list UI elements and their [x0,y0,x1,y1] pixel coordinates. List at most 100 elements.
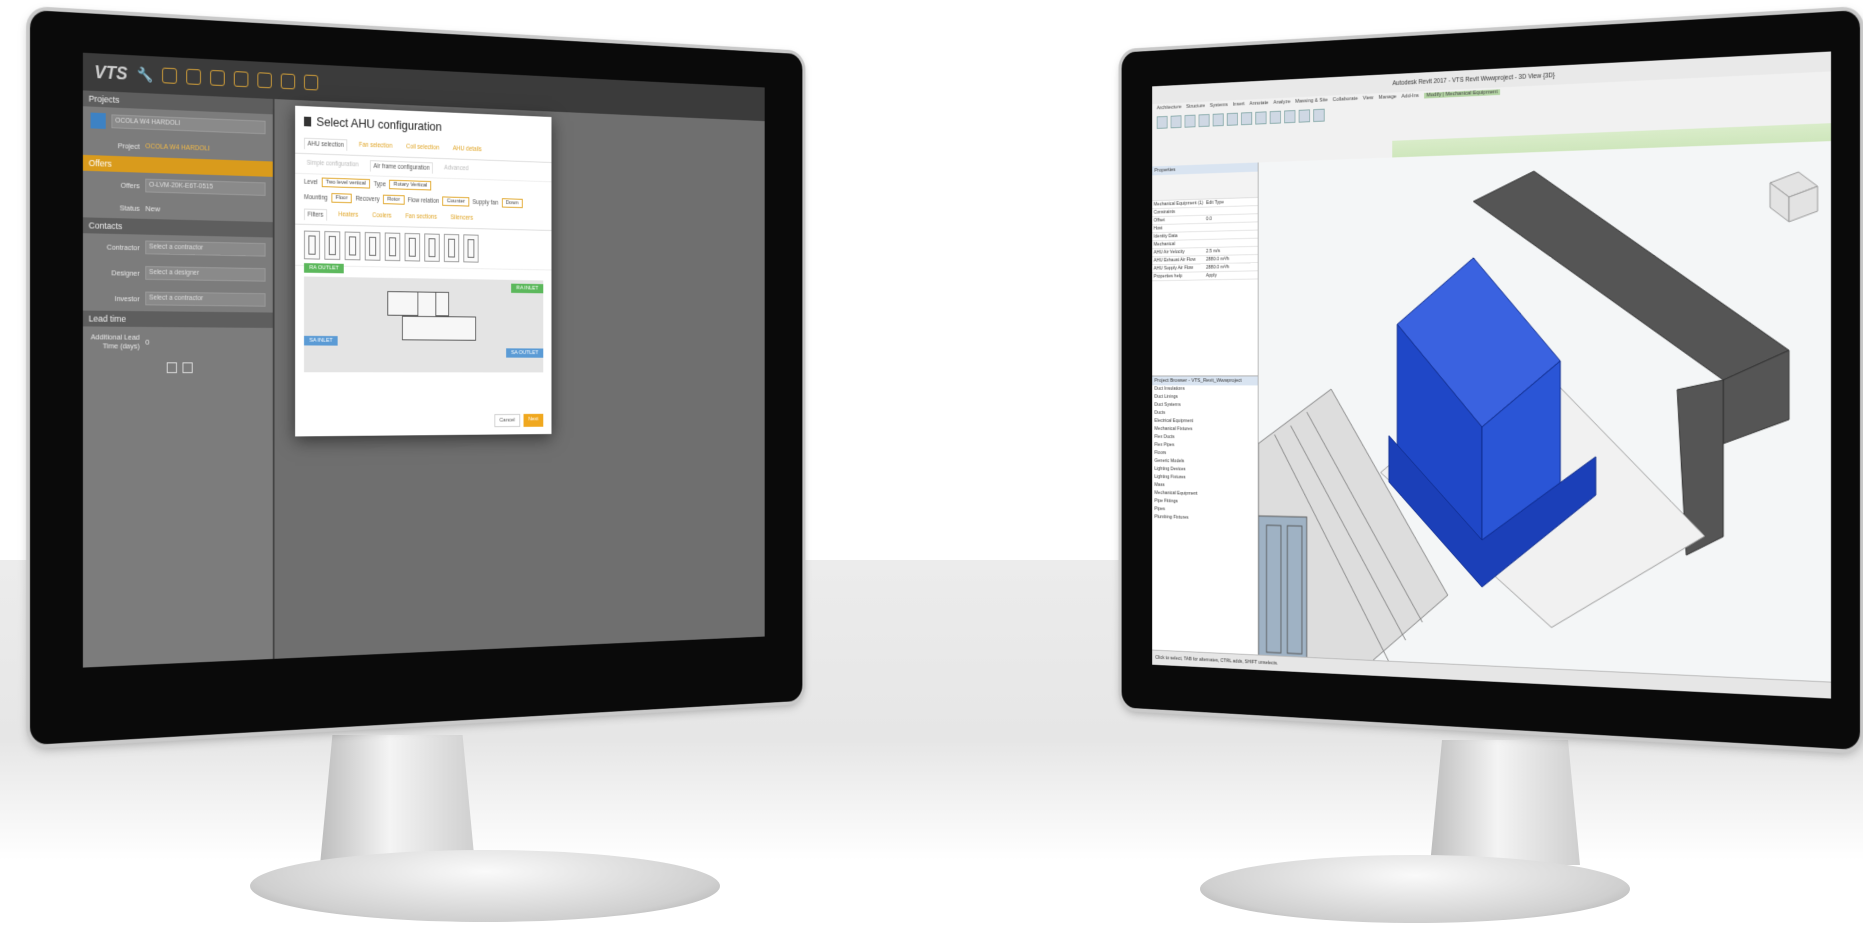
left-monitor-bezel: VTS 🔧 Projects OCOLA W4 HARDOLI Project … [30,10,803,745]
status-value: New [145,204,161,214]
ribbon-tab[interactable]: Systems [1210,102,1228,108]
subtab-air-frame[interactable]: Air frame configuration [369,160,434,174]
tab-coolers[interactable]: Coolers [370,210,395,222]
toolbar-tool-icon[interactable] [234,71,249,88]
next-button[interactable]: Next [523,413,544,427]
cancel-button[interactable]: Cancel [494,413,520,428]
modify-icon[interactable] [1156,115,1168,129]
paste-icon[interactable] [1170,115,1182,129]
ahu-lower-section[interactable] [402,315,477,341]
sa-outlet-button[interactable]: SA OUTLET [506,348,544,358]
ribbon-tab[interactable]: Add-Ins [1401,93,1418,99]
copy-icon[interactable] [182,362,193,374]
ra-outlet-button[interactable]: RA OUTLET [304,263,345,274]
ribbon-tab[interactable]: Insert [1233,102,1245,108]
project-select[interactable]: OCOLA W4 HARDOLI [111,114,266,135]
ribbon-tab[interactable]: View [1363,95,1374,101]
toolbar-tool-icon[interactable] [186,68,202,86]
ribbon-tab[interactable]: Massing & Site [1295,98,1327,105]
tab-fan-selection[interactable]: Fan selection [356,140,395,153]
component-card[interactable] [404,232,421,262]
designer-select[interactable]: Select a designer [145,266,266,282]
investor-select[interactable]: Select a contractor [145,291,266,307]
tab-coil-selection[interactable]: Coil selection [404,142,442,155]
toolbar-tool-icon[interactable] [304,74,319,91]
toolbar-tool-icon[interactable] [281,73,296,90]
measure-icon[interactable] [1284,110,1296,124]
subtab-advanced[interactable]: Advanced [442,163,472,175]
scale-icon[interactable] [1269,110,1281,124]
level-label: Level [304,178,318,186]
tab-ahu-selection[interactable]: AHU selection [304,137,348,151]
sa-inlet-button[interactable]: SA INLET [304,335,338,346]
contractor-select[interactable]: Select a contractor [145,240,266,257]
right-screen: Autodesk Revit 2017 - VTS Revit Wwwproje… [1152,51,1832,699]
lead-time-label: Additional Lead Time (days) [90,332,140,351]
mounting-label: Mounting [304,193,328,202]
type-select[interactable]: Rotary Vertical [389,179,432,191]
tab-silencers[interactable]: Silencers [448,212,476,224]
viewcube-icon[interactable] [1770,171,1818,222]
ribbon-tab[interactable]: Architecture [1157,105,1182,112]
tree-item[interactable]: Plumbing Fixtures [1152,513,1258,524]
project-add-button[interactable] [90,112,106,129]
create-icon[interactable] [1298,109,1310,123]
tab-ahu-details[interactable]: AHU details [450,143,484,155]
move-icon[interactable] [1212,113,1224,127]
ribbon-tab[interactable]: Manage [1378,94,1396,100]
ra-inlet-button[interactable]: RA INLET [511,283,544,294]
ribbon-tab[interactable]: Collaborate [1333,96,1358,103]
supply-select[interactable]: Down [501,198,523,209]
cut-icon[interactable] [1184,114,1196,128]
ahu-config-dialog: Select AHU configuration AHU selection F… [295,105,552,437]
wrench-icon[interactable]: 🔧 [137,66,153,83]
component-card[interactable] [364,232,381,261]
3d-model [1258,141,1831,683]
toolbar-tool-icon[interactable] [162,67,178,84]
ribbon-tab[interactable]: Annotate [1249,100,1268,106]
contractor-row: Contractor Select a contractor [83,233,273,262]
offer-select[interactable]: O-LVM-20K-E6T-0515 [145,178,266,196]
component-card[interactable] [443,233,460,263]
recovery-select[interactable]: Rotor [382,194,405,205]
toolbar-tool-icon[interactable] [257,72,273,89]
array-icon[interactable] [1255,111,1267,125]
mounting-select[interactable]: Floor [331,193,353,204]
component-card[interactable] [344,231,361,261]
3d-viewport[interactable] [1258,141,1832,683]
flow-select[interactable]: Counter [442,196,470,207]
component-card[interactable] [384,232,401,262]
ribbon-tab[interactable]: Analyze [1273,99,1290,105]
project-link[interactable]: OCOLA W4 HARDOLI [145,143,209,152]
properties-row[interactable]: Properties help Apply [1152,271,1258,282]
level-select[interactable]: Two level vertical [321,177,371,189]
vts-app: VTS 🔧 Projects OCOLA W4 HARDOLI Project … [82,52,765,668]
rotate-icon[interactable] [1226,112,1238,126]
component-card[interactable] [304,230,320,260]
component-card[interactable] [424,233,440,262]
subtab-simple[interactable]: Simple configuration [304,158,361,171]
section-lead-time: Lead time [82,310,273,328]
vts-sidebar: Projects OCOLA W4 HARDOLI Project OCOLA … [82,90,273,668]
component-card[interactable] [463,234,479,263]
lead-time-value[interactable]: 0 [145,337,149,346]
tab-heaters[interactable]: Heaters [336,209,361,221]
tree-item[interactable]: Duct Linings [1152,393,1258,401]
investor-label: Investor [114,293,140,303]
mirror-icon[interactable] [1241,112,1253,126]
save-icon[interactable] [166,362,177,374]
right-monitor-base [1200,855,1630,923]
left-monitor-base [250,850,720,922]
tree-item[interactable]: Duct Insulations [1152,385,1258,393]
tab-fan-sections[interactable]: Fan sections [403,211,440,223]
join-icon[interactable] [1198,114,1210,128]
tab-filters[interactable]: Filters [304,208,327,221]
right-monitor-bezel: Autodesk Revit 2017 - VTS Revit Wwwproje… [1121,10,1860,750]
save-row [83,356,273,379]
toolbar-tool-icon[interactable] [210,69,226,87]
ahu-canvas[interactable]: RA OUTLET RA INLET SA INLET SA OUTLET [304,263,544,373]
revit-app: Autodesk Revit 2017 - VTS Revit Wwwproje… [1152,51,1832,699]
edit-family-icon[interactable] [1313,108,1325,123]
ribbon-tab[interactable]: Structure [1186,103,1205,109]
component-card[interactable] [324,231,341,260]
